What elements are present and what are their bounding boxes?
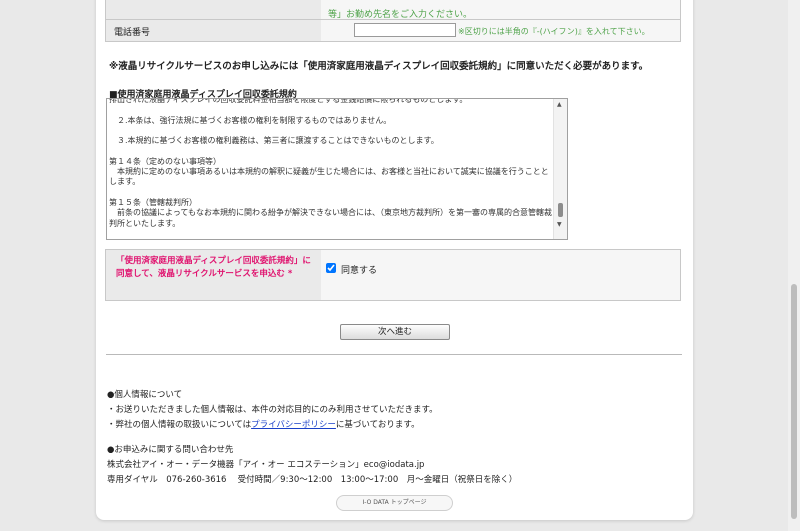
top-page-link[interactable]: I-O DATA トップページ xyxy=(336,495,453,511)
form-page: 等」お勤め先名をご入力ください。 電話番号 ※区切りには半角の『-(ハイフン)』… xyxy=(96,0,693,520)
terms-text: 排出された液晶ディスプレイの回収委託料金相当額を限度とする金銭賠償に限られるもの… xyxy=(109,98,553,240)
terms-line: 第１６条（適用法令） xyxy=(109,239,553,240)
privacy-line-1: ・お送りいただきました個人情報は、本件の対応目的にのみ利用させていただきます。 xyxy=(107,405,438,415)
terms-line: 本規約に定めのない事項あるいは本規約の解釈に疑義が生じた場合には、お客様と当社に… xyxy=(109,167,549,187)
terms-line xyxy=(109,126,553,136)
scroll-thumb[interactable] xyxy=(558,203,563,217)
terms-line xyxy=(109,105,553,115)
privacy-title: ●個人情報について xyxy=(107,390,183,400)
agree-label: 「使用済家庭用液晶ディスプレイ回収委託規約」に同意して、液晶リサイクルサービスを… xyxy=(116,256,311,279)
contact-title: ●お申込みに関する問い合わせ先 xyxy=(107,445,234,455)
terms-line: 第１４条（定めのない事項等） xyxy=(109,156,221,166)
terms-line: 第１５条（管轄裁判所） xyxy=(109,197,197,207)
agreement-notice: ※液晶リサイクルサービスのお申し込みには「使用済家庭用液晶ディスプレイ回収委託規… xyxy=(109,61,649,72)
scroll-down-icon[interactable]: ▼ xyxy=(557,221,562,228)
agree-option-label: 同意する xyxy=(341,266,378,276)
contact-company: 株式会社アイ・オー・データ機器「アイ・オー エコステーション」eco@iodat… xyxy=(107,460,425,470)
privacy-line-2: ・弊社の個人情報の取扱いについてはプライバシーポリシーに基づいております。 xyxy=(107,420,420,430)
phone-row: 電話番号 ※区切りには半角の『-(ハイフン)』を入れて下さい。 xyxy=(105,19,681,42)
page-scroll-thumb[interactable] xyxy=(791,284,797,519)
terms-line: ２.本条は、強行法規に基づくお客様の権利を制限するものではありません。 xyxy=(109,115,392,125)
page-scrollbar[interactable] xyxy=(788,0,800,531)
phone-hint: ※区切りには半角の『-(ハイフン)』を入れて下さい。 xyxy=(458,27,650,36)
terms-line xyxy=(109,146,553,156)
terms-line xyxy=(109,188,553,198)
terms-line xyxy=(109,229,553,239)
terms-textarea[interactable]: 排出された液晶ディスプレイの回収委託料金相当額を限度とする金銭賠償に限られるもの… xyxy=(106,98,568,240)
divider xyxy=(106,354,682,355)
terms-line: 前条の協議によってもなお本規約に関わる紛争が解決できない場合には、（東京地方裁判… xyxy=(109,208,552,228)
scroll-up-icon[interactable]: ▲ xyxy=(557,101,562,108)
privacy-policy-link[interactable]: プライバシーポリシー xyxy=(251,420,336,430)
contact-hours: 専用ダイヤル 076-260-3616 受付時間／9:30～12:00 13:0… xyxy=(107,475,518,485)
phone-label: 電話番号 xyxy=(114,28,151,38)
terms-line: 排出された液晶ディスプレイの回収委託料金相当額を限度とする金銭賠償に限られるもの… xyxy=(109,98,468,104)
terms-line: ３.本規約に基づくお客様の権利義務は、第三者に譲渡することはできないものとします… xyxy=(109,136,439,146)
next-button[interactable]: 次へ進む xyxy=(340,324,450,340)
agree-checkbox[interactable] xyxy=(326,263,336,273)
phone-input[interactable] xyxy=(354,23,456,37)
previous-form-row: 等」お勤め先名をご入力ください。 xyxy=(105,0,681,20)
agree-row: 「使用済家庭用液晶ディスプレイ回収委託規約」に同意して、液晶リサイクルサービスを… xyxy=(105,249,681,301)
terms-scrollbar[interactable]: ▲ ▼ xyxy=(553,99,567,239)
